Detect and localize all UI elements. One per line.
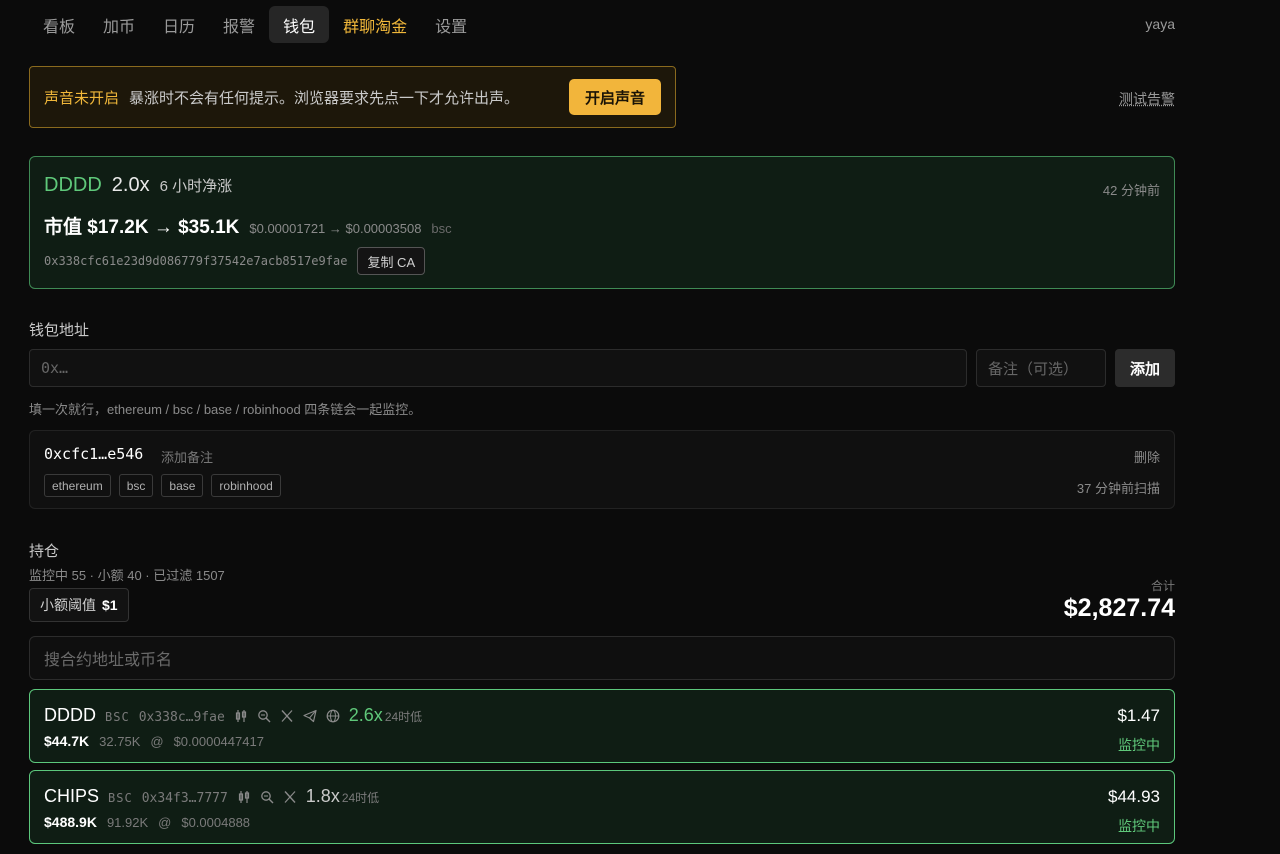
alert-symbol: DDDD xyxy=(44,174,102,196)
holding-value: $1.47 xyxy=(1117,706,1160,725)
copy-ca-button[interactable]: 复制 CA xyxy=(357,247,426,275)
chain-tag-bsc: bsc xyxy=(118,474,154,497)
total-label: 合计 xyxy=(1150,579,1175,593)
holdings-summary: 监控中 55 · 小额 40 · 已过滤 1507 xyxy=(29,568,225,583)
holding-card[interactable]: DDDD BSC 0x338c…9fae 2.6x 24时低 $1.47 $44… xyxy=(29,689,1175,763)
holding-contract-address[interactable]: 0x34f3…7777 xyxy=(142,791,228,806)
holding-price: $0.0004888 xyxy=(181,815,251,830)
total-value: $2,827.74 xyxy=(1063,594,1175,622)
holding-symbol: DDDD xyxy=(44,705,96,725)
last-scan-time: 37 分钟前扫描 xyxy=(1076,481,1160,496)
chain-tag-ethereum: ethereum xyxy=(44,474,111,497)
nav-tab-alerts[interactable]: 报警 xyxy=(209,6,269,43)
alert-chain: bsc xyxy=(431,221,452,236)
wallet-address-input[interactable]: 0x… xyxy=(29,349,967,387)
nav-tab-settings[interactable]: 设置 xyxy=(421,6,481,43)
sound-banner-title: 声音未开启 xyxy=(44,89,120,107)
chain-tag-base: base xyxy=(161,474,204,497)
telegram-icon[interactable] xyxy=(303,709,317,723)
wallet-section-title: 钱包地址 xyxy=(29,322,90,339)
holding-multiple: 2.6x xyxy=(348,705,383,725)
test-alert-link[interactable]: 测试告警 xyxy=(1119,89,1175,109)
surge-alert-card: DDDD 2.0x 6 小时净涨 42 分钟前 市值 $17.2K → $35.… xyxy=(29,156,1175,289)
enable-sound-button[interactable]: 开启声音 xyxy=(569,79,661,115)
add-wallet-button[interactable]: 添加 xyxy=(1115,349,1175,387)
nav-tab-dashboard[interactable]: 看板 xyxy=(29,6,89,43)
holding-symbol: CHIPS xyxy=(44,786,100,806)
holding-multiple: 1.8x xyxy=(305,786,340,806)
holding-multiple-note: 24时低 xyxy=(384,710,423,724)
wallet-card: 0xcfc1…e546 添加备注 删除 ethereum bsc base ro… xyxy=(29,430,1175,509)
holding-amount: 32.75K xyxy=(99,734,141,749)
nav-tab-calendar[interactable]: 日历 xyxy=(149,6,209,43)
candlestick-icon[interactable] xyxy=(237,790,251,804)
threshold-label: 小额阈值 xyxy=(40,597,96,613)
holding-status: 监控中 xyxy=(1118,737,1160,753)
holding-market-cap: $488.9K xyxy=(44,814,97,830)
holding-multiple-note: 24时低 xyxy=(341,791,380,805)
alert-time: 42 分钟前 xyxy=(1102,183,1160,198)
holding-chain: BSC xyxy=(105,710,130,724)
wallet-hint: 填一次就行，ethereum / bsc / base / robinhood … xyxy=(29,402,422,417)
chain-tag-robinhood: robinhood xyxy=(211,474,281,497)
holding-card[interactable]: CHIPS BSC 0x34f3…7777 1.8x 24时低 $44.93 $… xyxy=(29,770,1175,844)
holding-status: 监控中 xyxy=(1118,818,1160,834)
top-nav: 看板 加币 日历 报警 钱包 群聊淘金 设置 xyxy=(29,6,481,43)
alert-contract-address: 0x338cfc61e23d9d086779f37542e7acb8517e9f… xyxy=(44,254,348,268)
holdings-search-input[interactable]: 搜合约地址或币名 xyxy=(29,636,1175,680)
alert-price: $0.00001721 → $0.00003508 xyxy=(249,221,422,236)
nav-tab-add-coin[interactable]: 加币 xyxy=(89,6,149,43)
sound-banner-text: 暴涨时不会有任何提示。浏览器要求先点一下才允许出声。 xyxy=(129,89,520,107)
delete-wallet-link[interactable]: 删除 xyxy=(1134,447,1160,466)
holding-amount: 91.92K xyxy=(106,815,149,830)
nav-tab-wallet[interactable]: 钱包 xyxy=(269,6,330,43)
holding-chain: BSC xyxy=(108,791,133,805)
x-twitter-icon[interactable] xyxy=(280,709,294,723)
holding-market-cap: $44.7K xyxy=(44,733,90,749)
alert-market-cap: 市值 $17.2K → $35.1K xyxy=(44,217,240,238)
nav-tab-group-chat[interactable]: 群聊淘金 xyxy=(329,6,421,43)
wallet-address: 0xcfc1…e546 xyxy=(44,445,144,463)
search-zoom-icon[interactable] xyxy=(260,790,274,804)
holding-price: $0.0000447417 xyxy=(173,734,264,749)
holdings-section-title: 持仓 xyxy=(29,543,60,560)
wallet-note-input[interactable]: 备注（可选） xyxy=(976,349,1106,387)
globe-icon[interactable] xyxy=(326,709,340,723)
holding-at-sign: @ xyxy=(150,734,164,749)
alert-multiple: 2.0x xyxy=(111,174,150,196)
alert-description: 6 小时净涨 xyxy=(159,178,233,195)
user-name[interactable]: yaya xyxy=(1145,16,1175,32)
threshold-value: $1 xyxy=(102,597,118,613)
search-zoom-icon[interactable] xyxy=(257,709,271,723)
small-threshold-button[interactable]: 小额阈值 $1 xyxy=(29,588,129,622)
sound-banner: 声音未开启 暴涨时不会有任何提示。浏览器要求先点一下才允许出声。 开启声音 xyxy=(29,66,676,128)
x-twitter-icon[interactable] xyxy=(283,790,297,804)
candlestick-icon[interactable] xyxy=(234,709,248,723)
holding-value: $44.93 xyxy=(1108,787,1160,806)
holding-contract-address[interactable]: 0x338c…9fae xyxy=(139,710,225,725)
holding-at-sign: @ xyxy=(158,815,172,830)
add-note-link[interactable]: 添加备注 xyxy=(161,447,213,466)
